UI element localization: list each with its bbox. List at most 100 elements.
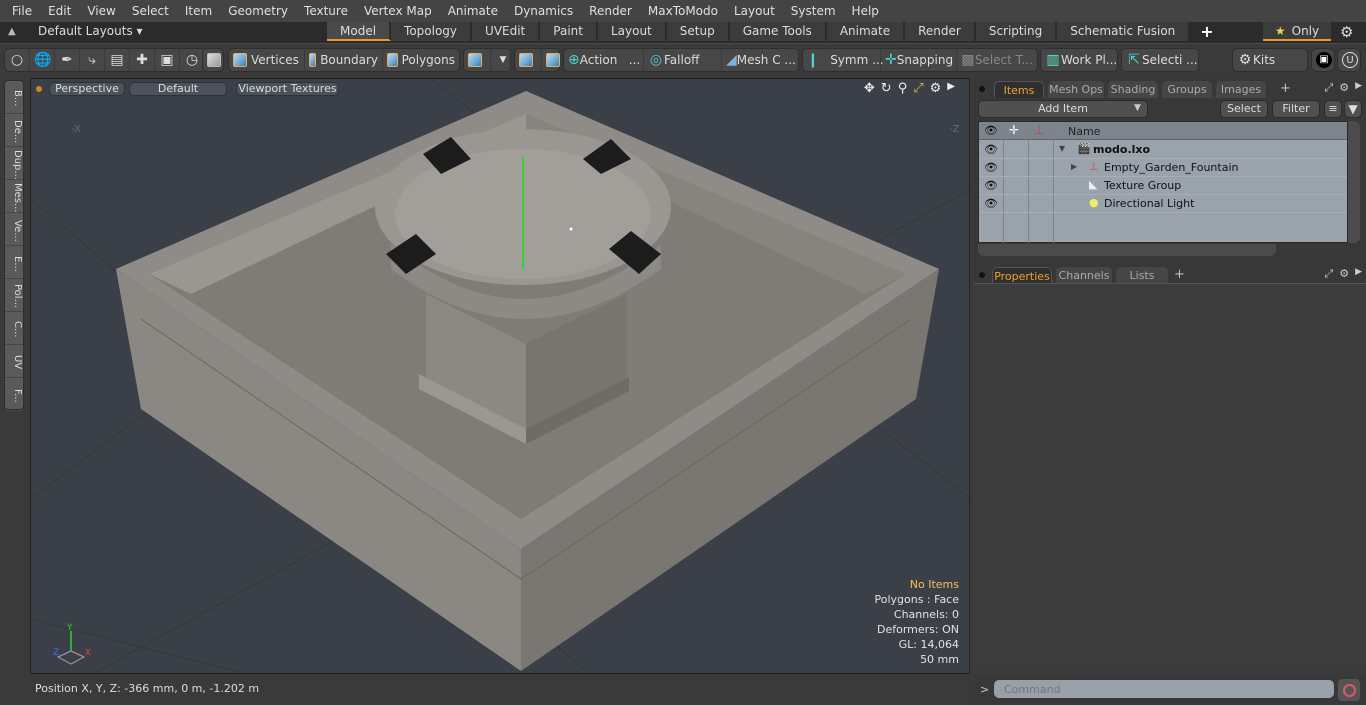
align-button[interactable]: ▤	[105, 49, 130, 71]
visibility-eye-icon[interactable]: 👁	[984, 197, 998, 210]
add-tab-icon[interactable]: +	[1280, 81, 1291, 96]
circle-select-button[interactable]: ○	[5, 49, 30, 71]
menu-animate[interactable]: Animate	[440, 0, 506, 22]
viewport-textures-button[interactable]: Viewport Textures	[236, 82, 339, 96]
item-list-vscroll[interactable]	[1348, 121, 1360, 243]
visibility-eye-icon[interactable]: 👁	[984, 179, 998, 192]
gear-icon[interactable]: ⚙	[1340, 23, 1353, 41]
item-row[interactable]: 👁 ▶ ⊥ Empty_Garden_Fountain	[979, 159, 1347, 177]
tab-channels[interactable]: Channels	[1056, 267, 1112, 284]
visibility-column-icon[interactable]: 👁	[984, 124, 998, 137]
menu-system[interactable]: System	[783, 0, 844, 22]
viewport-menu-dot[interactable]	[36, 86, 42, 92]
layout-tab-animate[interactable]: Animate	[826, 22, 906, 41]
panel-menu-dot[interactable]	[979, 86, 985, 92]
tab-images[interactable]: Images	[1216, 81, 1266, 98]
add-item-button[interactable]: Add Item	[978, 100, 1148, 118]
pivot-button[interactable]	[515, 49, 542, 71]
command-input[interactable]	[994, 680, 1334, 698]
view-mode-button[interactable]: Perspective	[49, 82, 125, 96]
lock-column-icon[interactable]: ✛	[1009, 123, 1019, 137]
menu-render[interactable]: Render	[581, 0, 640, 22]
tab-items[interactable]: Items	[994, 81, 1044, 98]
menu-file[interactable]: File	[4, 0, 40, 22]
funnel-filter-button[interactable]: ▼	[1344, 100, 1362, 118]
layout-tab-setup[interactable]: Setup	[666, 22, 730, 41]
menu-edit[interactable]: Edit	[40, 0, 79, 22]
name-column-header[interactable]: Name	[1068, 125, 1100, 138]
only-button[interactable]: ★ Only	[1263, 22, 1331, 41]
layout-tab-paint[interactable]: Paint	[540, 22, 598, 41]
tool-tab[interactable]: F...	[5, 378, 23, 411]
panel-gear-icon[interactable]: ⚙	[1339, 81, 1349, 95]
layout-tab-model[interactable]: Model	[327, 22, 392, 41]
visibility-eye-icon[interactable]: 👁	[984, 143, 998, 156]
vertices-button[interactable]: Vertices	[229, 49, 305, 71]
default-layouts-dropdown[interactable]: Default Layouts ▾	[38, 24, 143, 38]
rotate-view-icon[interactable]: ↻	[881, 81, 892, 96]
viewport-expand-icon[interactable]: ▶	[947, 81, 955, 96]
tab-mesh-ops[interactable]: Mesh Ops	[1048, 81, 1104, 98]
tool-tab[interactable]: De...	[5, 114, 23, 147]
falloff-button[interactable]: ◎ Falloff	[644, 49, 722, 71]
symmetry-button[interactable]: ❙ Symm ...	[803, 49, 884, 71]
layout-tab-uvedit[interactable]: UVEdit	[472, 22, 541, 41]
tool-tab[interactable]: Ve...	[5, 213, 23, 246]
unreal-button[interactable]: U	[1338, 49, 1362, 71]
item-row[interactable]: 👁 ◣ Texture Group	[979, 177, 1347, 195]
globe-select-button[interactable]: 🌐	[30, 49, 55, 71]
tab-properties[interactable]: Properties	[992, 267, 1052, 284]
item-row[interactable]: 👁 ▼ 🎬 modo.lxo	[979, 141, 1347, 159]
move-view-icon[interactable]: ✥	[864, 81, 875, 96]
tool-tab[interactable]: Mes...	[5, 180, 23, 213]
layout-tab-scripting[interactable]: Scripting	[975, 22, 1058, 41]
menu-item[interactable]: Item	[177, 0, 220, 22]
menu-dynamics[interactable]: Dynamics	[506, 0, 581, 22]
snapping-button[interactable]: ✛ Snapping	[881, 49, 957, 71]
menu-layout[interactable]: Layout	[726, 0, 783, 22]
frame-button[interactable]: ▣	[155, 49, 180, 71]
visibility-eye-icon[interactable]: 👁	[984, 161, 998, 174]
collapse-arrow-icon[interactable]: ▼	[1059, 144, 1065, 153]
layout-tab-layout[interactable]: Layout	[597, 22, 667, 41]
expand-icon[interactable]: ⤢	[1324, 81, 1333, 95]
menu-vertex-map[interactable]: Vertex Map	[356, 0, 440, 22]
dial-button[interactable]: ◷	[180, 49, 204, 71]
material-dropdown[interactable]: ▼	[491, 49, 515, 71]
properties-menu-dot[interactable]	[979, 272, 985, 278]
zoom-view-icon[interactable]: ⚲	[898, 81, 908, 96]
properties-arrow-icon[interactable]: ▶	[1355, 267, 1362, 281]
properties-gear-icon[interactable]: ⚙	[1339, 267, 1349, 281]
menu-view[interactable]: View	[79, 0, 123, 22]
menu-texture[interactable]: Texture	[296, 0, 356, 22]
expand-arrow-icon[interactable]: ▶	[1071, 162, 1077, 171]
polygons-button[interactable]: Polygons	[383, 49, 459, 71]
menu-maxtomodo[interactable]: MaxToModo	[640, 0, 726, 22]
layout-tab-schematic-fusion[interactable]: Schematic Fusion	[1057, 22, 1191, 41]
add-layout-tab-button[interactable]: +	[1190, 22, 1223, 43]
tab-lists[interactable]: Lists	[1116, 267, 1168, 284]
mesh-constraint-button[interactable]: ◢ Mesh C ...	[722, 49, 798, 71]
action-button[interactable]: ⊕ Action ...	[564, 49, 644, 71]
boundary-button[interactable]: Boundary	[305, 49, 383, 71]
item-row[interactable]: 👁 ● Directional Light	[979, 195, 1347, 213]
tool-tab[interactable]: E...	[5, 246, 23, 279]
add-properties-tab-icon[interactable]: +	[1174, 267, 1185, 282]
menu-help[interactable]: Help	[844, 0, 887, 22]
viewport-gear-icon[interactable]: ⚙	[930, 81, 942, 96]
layout-tab-topology[interactable]: Topology	[391, 22, 473, 41]
tool-tab[interactable]: C...	[5, 312, 23, 345]
menu-geometry[interactable]: Geometry	[220, 0, 296, 22]
tool-tab[interactable]: Pol...	[5, 279, 23, 312]
axis-column-icon[interactable]: ⊥	[1034, 123, 1044, 137]
item-list-hscroll[interactable]	[978, 244, 1276, 256]
kits-button[interactable]: ⚙ Kits	[1233, 49, 1279, 71]
filter-button[interactable]: Filter	[1272, 100, 1320, 118]
command-history-button[interactable]	[1338, 679, 1360, 701]
layout-tab-game-tools[interactable]: Game Tools	[729, 22, 827, 41]
layout-tab-render[interactable]: Render	[905, 22, 976, 41]
material-mode-button[interactable]	[464, 49, 491, 71]
tab-groups[interactable]: Groups	[1162, 81, 1212, 98]
item-mode-button[interactable]	[203, 49, 229, 71]
pen-button[interactable]: ✒	[55, 49, 80, 71]
